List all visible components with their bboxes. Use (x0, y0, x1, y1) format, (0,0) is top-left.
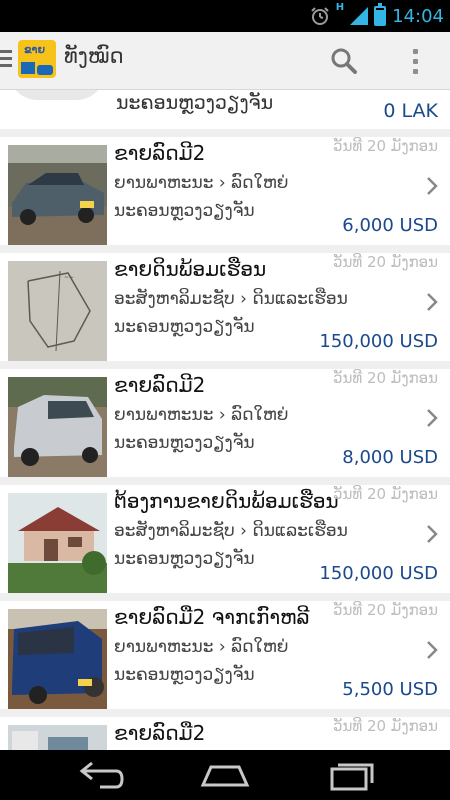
listing-category: ຍານພາຫະນະ › ລົດໃຫຍ່ (114, 637, 289, 657)
list-item[interactable]: ຂາຍລົດມື2 ຈາກເກົາຫລີ ວັນທີ 20 ມັງກອນ ຍານ… (0, 601, 450, 709)
listing-date: ວັນທີ 20 ມັງກອນ (332, 601, 438, 619)
list-item[interactable]: ຂາຍລົດມີ2 ວັນທີ 20 ມັງກອນ ຍານພາຫະນະ › ລົ… (0, 137, 450, 245)
listing-title: ຂາຍລົດມີ2 (114, 373, 206, 397)
list-item[interactable]: ~~ ຂາຍດິນພ້ອມເຮືອນ ວັນທີ 20 ມັງກອນ ອະສັງ… (0, 253, 450, 361)
listing-location: ນະຄອນຫຼວງວຽງຈັນ (114, 433, 255, 453)
battery-fill (376, 10, 385, 24)
listing-thumbnail (8, 493, 107, 593)
listing-thumbnail (8, 145, 107, 245)
listing-date: ວັນທີ 20 ມັງກອນ (332, 253, 438, 271)
listing-thumbnail (8, 609, 107, 709)
listing-location: ນະຄອນຫຼວງວຽງຈັນ (114, 201, 255, 221)
svg-text:~~: ~~ (64, 274, 74, 281)
listing-category: ຍານພາຫະນະ › ລົດໃຫຍ່ (114, 405, 289, 425)
hamburger-icon[interactable] (0, 50, 12, 71)
list-item[interactable]: ຂາຍລົດມີ2 ວັນທີ 20 ມັງກອນ ຍານພາຫະນະ › ລົ… (0, 369, 450, 477)
listing-title: ຂາຍລົດມື2 ຈາກເກົາຫລີ (114, 605, 310, 629)
page-title: ທັງໝົດ (64, 44, 124, 68)
network-type-label: H (335, 2, 345, 13)
status-bar: H 14:04 (0, 0, 450, 32)
chevron-right-icon (427, 293, 438, 311)
app-logo[interactable]: ຂາຍ (18, 40, 56, 78)
home-icon[interactable] (195, 757, 255, 793)
listing-location: ນະຄອນຫຼວງວຽງຈັນ (114, 665, 255, 685)
listing-thumbnail (8, 377, 107, 477)
listing-price: 0 LAK (383, 100, 438, 122)
listing-price: 8,000 USD (342, 447, 438, 468)
signal-icon (350, 7, 369, 25)
list-item[interactable]: ຕ້ອງການຂາຍດິນພ້ອມເຮືອນ ວັນທີ 20 ມັງກອນ ອ… (0, 485, 450, 593)
listing-title: ຂາຍດິນພ້ອມເຮືອນ (114, 257, 267, 281)
listing-date: ວັນທີ 20 ມັງກອນ (332, 717, 438, 735)
recent-apps-icon[interactable] (322, 757, 382, 793)
listing-category: ຍານພາຫະນະ › ລົດໃຫຍ່ (114, 173, 289, 193)
listing-title: ຂາຍລົດມີ2 (114, 141, 206, 165)
listing-thumbnail (8, 725, 107, 750)
list-item-partial[interactable]: ນະຄອນຫຼວງວຽງຈັນ 0 LAK (0, 90, 450, 129)
listing-price: 5,500 USD (342, 679, 438, 700)
search-icon[interactable] (328, 45, 360, 77)
divider (0, 129, 450, 137)
status-icons: H 14:04 (310, 2, 444, 28)
chevron-right-icon (427, 177, 438, 195)
alarm-icon (311, 7, 329, 25)
divider (0, 361, 450, 369)
listing-title: ຕ້ອງການຂາຍດິນພ້ອມເຮືອນ (114, 489, 339, 513)
listing-date: ວັນທີ 20 ມັງກອນ (332, 485, 438, 503)
logo-text: ຂາຍ (24, 44, 46, 56)
listing-thumbnail (8, 90, 106, 100)
logo-car-icon (37, 65, 53, 75)
listing-title: ຂາຍລົດມື2 (114, 721, 206, 745)
chevron-right-icon (427, 641, 438, 659)
battery-icon (374, 3, 387, 26)
listing-date: ວັນທີ 20 ມັງກອນ (332, 369, 438, 387)
divider (0, 245, 450, 253)
listing-category: ອະສັງຫາລິມະຊັບ › ດິນແລະເຮືອນ (114, 289, 348, 309)
back-icon[interactable] (70, 757, 130, 793)
logo-house-icon (21, 62, 35, 74)
listing-thumbnail: ~~ (8, 261, 107, 361)
listing-location: ນະຄອນຫຼວງວຽງຈັນ (114, 549, 255, 569)
chevron-right-icon (427, 409, 438, 427)
listing-price: 150,000 USD (319, 563, 438, 584)
divider (0, 477, 450, 485)
status-time: 14:04 (392, 5, 444, 27)
navigation-bar (0, 750, 450, 800)
listing-price: 6,000 USD (342, 215, 438, 236)
chevron-right-icon (427, 525, 438, 543)
listing-category: ອະສັງຫາລິມະຊັບ › ດິນແລະເຮືອນ (114, 521, 348, 541)
divider (0, 593, 450, 601)
list-item[interactable]: ຂາຍລົດມື2 ວັນທີ 20 ມັງກອນ (0, 717, 450, 750)
overflow-menu-icon[interactable] (405, 44, 425, 78)
listing-price: 150,000 USD (319, 331, 438, 352)
listing-location: ນະຄອນຫຼວງວຽງຈັນ (116, 92, 274, 114)
listing-list[interactable]: ນະຄອນຫຼວງວຽງຈັນ 0 LAK ຂາຍລົດມີ2 ວັນທີ 20… (0, 90, 450, 750)
divider (0, 709, 450, 717)
listing-date: ວັນທີ 20 ມັງກອນ (332, 137, 438, 155)
listing-location: ນະຄອນຫຼວງວຽງຈັນ (114, 317, 255, 337)
action-bar: ຂາຍ ທັງໝົດ (0, 32, 450, 90)
